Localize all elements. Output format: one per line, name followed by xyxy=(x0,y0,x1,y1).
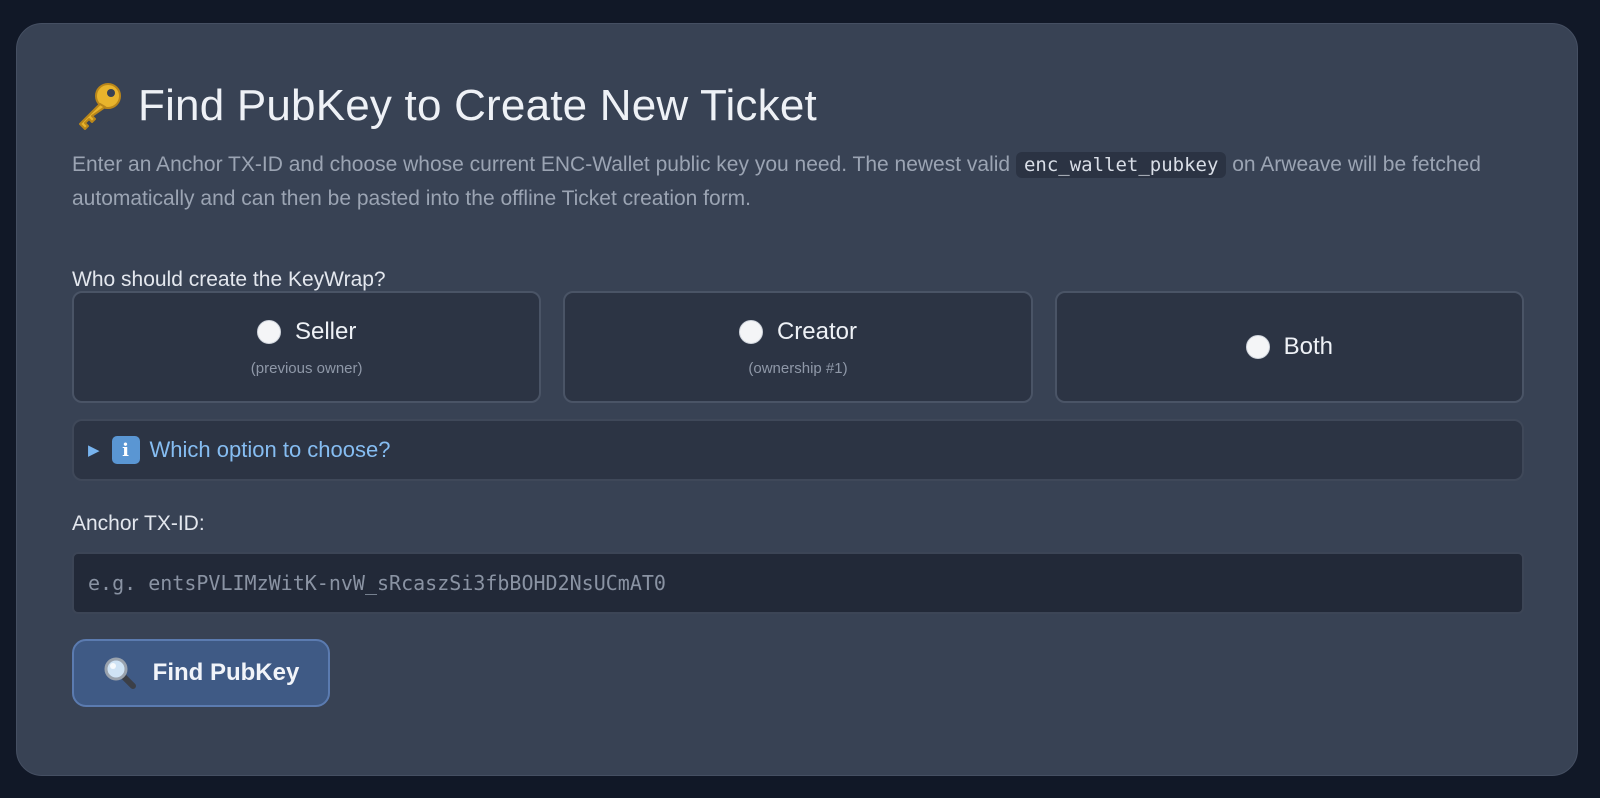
which-option-summary: Which option to choose? xyxy=(149,437,391,462)
seller-label: Seller xyxy=(294,317,357,345)
seller-sublabel: (previous owner) xyxy=(250,359,363,377)
both-radio[interactable] xyxy=(1245,335,1270,359)
find-pubkey-button[interactable]: Find PubKey xyxy=(72,639,330,707)
description-part-1: Enter an Anchor TX-ID and choose whose c… xyxy=(72,153,1016,176)
option-both[interactable]: Both xyxy=(1054,291,1524,403)
keywrap-options: Seller (previous owner) Creator (ownersh… xyxy=(72,291,1524,403)
key-icon xyxy=(79,83,121,130)
option-creator[interactable]: Creator (ownership #1) xyxy=(563,291,1033,403)
option-seller-row: Seller xyxy=(256,317,357,346)
keywrap-question: Who should create the KeyWrap? xyxy=(72,268,386,291)
creator-radio[interactable] xyxy=(738,319,763,344)
title-text: Find PubKey to Create New Ticket xyxy=(138,81,817,130)
find-pubkey-label: Find PubKey xyxy=(152,659,300,686)
magnifier-icon xyxy=(104,657,136,689)
anchor-txid-label: Anchor TX-ID: xyxy=(72,512,205,535)
option-creator-row: Creator xyxy=(738,317,857,346)
seller-radio[interactable] xyxy=(256,319,281,344)
both-label: Both xyxy=(1283,333,1333,360)
find-pubkey-card: Find PubKey to Create New Ticket Enter a… xyxy=(16,23,1578,776)
creator-label: Creator xyxy=(776,317,857,345)
info-icon: i xyxy=(111,436,140,464)
option-both-row: Both xyxy=(1245,333,1333,361)
expand-triangle-icon: ▶ xyxy=(88,442,100,459)
pubkey-code: enc_wallet_pubkey xyxy=(1015,152,1227,178)
creator-sublabel: (ownership #1) xyxy=(748,359,848,377)
anchor-txid-input[interactable] xyxy=(72,552,1524,614)
description: Enter an Anchor TX-ID and choose whose c… xyxy=(72,148,1512,215)
which-option-details-toggle[interactable]: ▶ i Which option to choose? xyxy=(72,419,1524,481)
option-seller[interactable]: Seller (previous owner) xyxy=(72,291,542,403)
page-title: Find PubKey to Create New Ticket xyxy=(72,78,817,134)
